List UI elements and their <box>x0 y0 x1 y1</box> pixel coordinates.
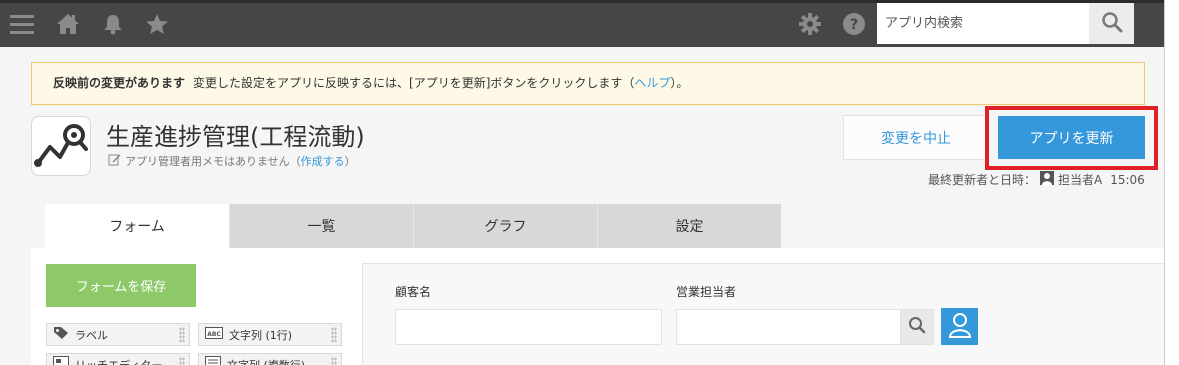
update-app-button[interactable]: アプリを更新 <box>998 116 1145 159</box>
tab-form[interactable]: フォーム <box>45 204 229 248</box>
notice-text: 変更した設定をアプリに反映するには、[アプリを更新]ボタンをクリックします（ <box>193 76 635 90</box>
svg-text:ABC: ABC <box>207 331 221 338</box>
window-edge <box>1164 0 1179 365</box>
field-part-rich-editor[interactable]: リッチエディター <box>46 353 190 365</box>
app-title: 生産進捗管理(工程流動) <box>106 123 365 151</box>
field-part-multi-line[interactable]: 文字列 (複数行) <box>198 353 342 365</box>
tab-settings[interactable]: 設定 <box>597 204 781 248</box>
customer-name-field[interactable] <box>395 309 662 345</box>
help-icon[interactable]: ? <box>840 10 868 38</box>
memo-text: アプリ管理者用メモはありません（ <box>125 155 301 168</box>
notice-heading: 反映前の変更があります <box>53 76 186 90</box>
rich-editor-icon <box>53 356 69 365</box>
memo-close: ） <box>344 155 356 168</box>
app-search-input[interactable] <box>877 3 1089 44</box>
sales-rep-field[interactable] <box>676 309 901 345</box>
drag-handle-icon[interactable] <box>179 357 185 365</box>
last-modified-label: 最終更新者と日時： <box>928 173 1037 187</box>
app-icon <box>31 116 91 176</box>
field-label-customer: 顧客名 <box>395 285 432 299</box>
gear-icon[interactable] <box>796 10 824 38</box>
last-modified-user[interactable]: 担当者A <box>1058 171 1102 188</box>
user-icon <box>948 312 972 342</box>
part-label: リッチエディター <box>75 358 163 365</box>
user-select-button[interactable] <box>941 308 978 345</box>
help-link[interactable]: ヘルプ <box>634 76 670 90</box>
app-memo: アプリ管理者用メモはありません（作成する） <box>108 153 356 169</box>
bell-icon[interactable] <box>99 10 127 38</box>
home-icon[interactable] <box>54 10 82 38</box>
form-layout-canvas: 顧客名 営業担当者 <box>362 263 1164 365</box>
last-modified-time: 15:06 <box>1110 172 1145 187</box>
save-form-button[interactable]: フォームを保存 <box>46 264 196 307</box>
user-avatar-icon <box>1040 171 1055 188</box>
app-settings-page: 反映前の変更があります 変更した設定をアプリに反映するには、[アプリを更新]ボタン… <box>0 47 1164 365</box>
drag-handle-icon[interactable] <box>179 327 185 343</box>
part-label: ラベル <box>75 328 108 342</box>
global-header: ? <box>0 0 1179 47</box>
last-modified-info: 最終更新者と日時： 担当者A 15:06 <box>928 171 1145 188</box>
search-icon <box>908 316 926 338</box>
part-label: 文字列 (複数行) <box>227 358 306 365</box>
tab-graphs[interactable]: グラフ <box>413 204 597 248</box>
tab-views[interactable]: 一覧 <box>229 204 413 248</box>
user-lookup-button[interactable] <box>900 309 934 345</box>
drag-handle-icon[interactable] <box>331 357 337 365</box>
notice-text-end: ）。 <box>670 76 689 90</box>
text-area-icon <box>205 356 221 365</box>
label-tag-icon <box>53 326 69 343</box>
search-icon <box>1101 11 1123 37</box>
text-field-icon: ABC <box>205 327 223 342</box>
star-icon[interactable] <box>143 10 171 38</box>
create-memo-link[interactable]: 作成する <box>301 155 345 168</box>
edit-note-icon <box>108 153 121 169</box>
field-part-label[interactable]: ラベル <box>46 323 190 346</box>
field-label-sales-rep: 営業担当者 <box>676 285 737 299</box>
unsaved-changes-notice: 反映前の変更があります 変更した設定をアプリに反映するには、[アプリを更新]ボタン… <box>31 62 1145 105</box>
cancel-changes-button[interactable]: 変更を中止 <box>843 115 989 160</box>
form-editor-panel: フォームを保存 ラベル ABC 文字列 (1行) リッチエディター 文字列 (複… <box>31 248 1164 365</box>
menu-icon[interactable] <box>8 10 36 38</box>
drag-handle-icon[interactable] <box>331 327 337 343</box>
settings-tabs: フォーム 一覧 グラフ 設定 <box>45 204 781 248</box>
search-button[interactable] <box>1089 3 1134 44</box>
svg-text:?: ? <box>850 17 858 33</box>
part-label: 文字列 (1行) <box>229 328 293 342</box>
field-part-single-line[interactable]: ABC 文字列 (1行) <box>198 323 342 346</box>
